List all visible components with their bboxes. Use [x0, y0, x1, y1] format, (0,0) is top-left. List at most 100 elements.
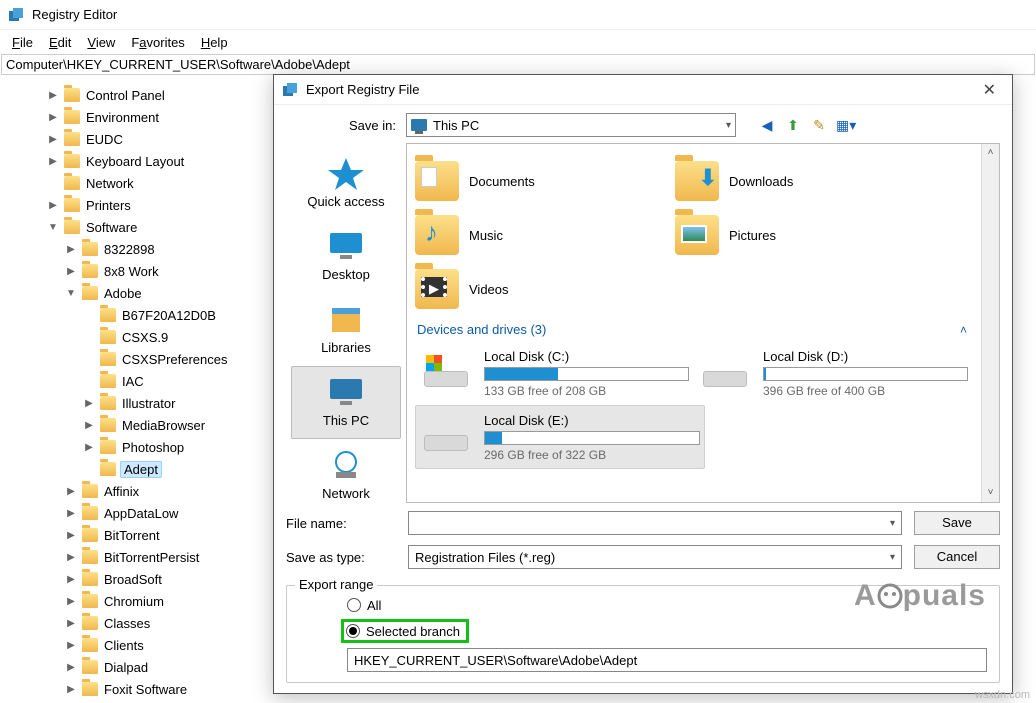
tree-item[interactable]: ▼Adobe [0, 282, 270, 304]
tree-item[interactable]: ▶Classes [0, 612, 270, 634]
up-icon[interactable]: ⬆ [784, 117, 802, 134]
address-bar[interactable]: Computer\HKEY_CURRENT_USER\Software\Adob… [1, 54, 1035, 75]
tree-item[interactable]: CSXS.9 [0, 326, 270, 348]
views-icon[interactable]: ▦▾ [836, 117, 854, 134]
tree-item[interactable]: ▶ 8322898 [0, 238, 270, 260]
back-icon[interactable]: ◀ [758, 117, 776, 134]
expand-icon[interactable]: ▶ [82, 398, 96, 409]
cancel-button[interactable]: Cancel [914, 545, 1000, 569]
tree-item[interactable]: ▶Printers [0, 194, 270, 216]
place-network[interactable]: Network [291, 439, 401, 512]
place-desktop[interactable]: Desktop [291, 220, 401, 293]
place-libraries[interactable]: Libraries [291, 293, 401, 366]
folder-documents[interactable]: Documents [415, 154, 675, 208]
expand-icon[interactable]: ▶ [46, 200, 60, 211]
menu-view[interactable]: View [79, 33, 123, 52]
drive-icon [420, 417, 472, 457]
expand-icon[interactable]: ▶ [64, 640, 78, 651]
tree-label: 8322898 [102, 242, 157, 257]
tree-item[interactable]: ▶Keyboard Layout [0, 150, 270, 172]
devices-header[interactable]: Devices and drives (3) ˄ [415, 316, 973, 341]
folder-icon [82, 484, 98, 498]
tree-item[interactable]: Network [0, 172, 270, 194]
drive-e[interactable]: Local Disk (E:) 296 GB free of 322 GB [415, 405, 705, 469]
menu-edit[interactable]: Edit [41, 33, 79, 52]
expand-icon[interactable]: ▶ [64, 486, 78, 497]
expand-icon[interactable]: ▶ [64, 244, 78, 255]
folder-music[interactable]: ♪ Music [415, 208, 675, 262]
expand-icon[interactable]: ▶ [64, 618, 78, 629]
tree-item[interactable]: ▶BitTorrentPersist [0, 546, 270, 568]
tree-item[interactable]: ▶Affinix [0, 480, 270, 502]
drive-c[interactable]: Local Disk (C:) 133 GB free of 208 GB [415, 341, 694, 405]
places-bar: Quick access Desktop Libraries This PC N… [286, 143, 406, 503]
menu-favorites[interactable]: Favorites [123, 33, 192, 52]
scrollbar[interactable]: ˄ ˅ [981, 144, 999, 502]
tree-item[interactable]: ▼Software [0, 216, 270, 238]
expand-icon[interactable]: ▶ [82, 442, 96, 453]
scroll-down-icon[interactable]: ˅ [982, 484, 999, 502]
expand-icon[interactable]: ▶ [64, 662, 78, 673]
savetype-combo[interactable]: Registration Files (*.reg) ▾ [408, 545, 902, 569]
tree-item[interactable]: Adept [0, 458, 270, 480]
expand-icon[interactable]: ▶ [46, 90, 60, 101]
tree-item[interactable]: IAC [0, 370, 270, 392]
place-quickaccess[interactable]: Quick access [291, 147, 401, 220]
expand-icon[interactable]: ▶ [64, 508, 78, 519]
tree-item[interactable]: ▶Clients [0, 634, 270, 656]
tree-item[interactable]: ▶AppDataLow [0, 502, 270, 524]
tree-item[interactable]: ▶Illustrator [0, 392, 270, 414]
tree-label: B67F20A12D0B [120, 308, 218, 323]
registry-tree[interactable]: ▶ Control Panel ▶Environment▶EUDC▶Keyboard… [0, 80, 270, 703]
tree-label: Control Panel [84, 88, 167, 103]
expand-icon[interactable]: ▶ [64, 530, 78, 541]
folder-icon [100, 418, 116, 432]
folder-downloads[interactable]: ⬇ Downloads [675, 154, 935, 208]
expand-icon[interactable]: ▶ [46, 112, 60, 123]
expand-icon[interactable]: ▶ [64, 574, 78, 585]
folder-icon [64, 132, 80, 146]
expand-icon[interactable]: ▼ [46, 222, 60, 233]
expand-icon[interactable]: ▶ [46, 134, 60, 145]
expand-icon[interactable]: ▶ [46, 156, 60, 167]
tree-item[interactable]: ▶Chromium [0, 590, 270, 612]
tree-item[interactable]: CSXSPreferences [0, 348, 270, 370]
folder-icon [100, 308, 116, 322]
expand-icon[interactable]: ▶ [64, 596, 78, 607]
menu-help[interactable]: Help [193, 33, 236, 52]
savein-combo[interactable]: This PC ▾ [406, 113, 736, 137]
expand-icon[interactable]: ▶ [64, 684, 78, 695]
folder-videos[interactable]: ▶ Videos [415, 262, 675, 316]
file-listing[interactable]: Documents ⬇ Downloads ♪ Music Pictures [406, 143, 1000, 503]
drive-d[interactable]: Local Disk (D:) 396 GB free of 400 GB [694, 341, 973, 405]
expand-icon[interactable]: ▶ [64, 552, 78, 563]
tree-item[interactable]: ▶EUDC [0, 128, 270, 150]
tree-item[interactable]: ▶8x8 Work [0, 260, 270, 282]
folder-pictures[interactable]: Pictures [675, 208, 935, 262]
save-button[interactable]: Save [914, 511, 1000, 535]
tree-item[interactable]: ▶BitTorrent [0, 524, 270, 546]
tree-label: Dialpad [102, 660, 150, 675]
filename-input[interactable]: ▾ [408, 511, 902, 535]
close-icon[interactable]: ✕ [975, 80, 1004, 100]
expand-icon[interactable]: ▶ [82, 420, 96, 431]
tree-item[interactable]: ▶Foxit Software [0, 678, 270, 700]
tree-label: MediaBrowser [120, 418, 207, 433]
tree-item[interactable]: ▶BroadSoft [0, 568, 270, 590]
newfolder-icon[interactable]: ✎ [810, 117, 828, 134]
branch-path-input[interactable]: HKEY_CURRENT_USER\Software\Adobe\Adept [347, 648, 987, 672]
tree-label: Photoshop [120, 440, 186, 455]
radio-all[interactable] [347, 598, 361, 612]
tree-item[interactable]: ▶ Dialpad [0, 656, 270, 678]
scroll-up-icon[interactable]: ˄ [982, 144, 999, 162]
menu-file[interactable]: File [4, 33, 41, 52]
expand-icon[interactable]: ▼ [64, 288, 78, 299]
tree-item[interactable]: ▶ Control Panel [0, 84, 270, 106]
tree-item[interactable]: B67F20A12D0B [0, 304, 270, 326]
tree-item[interactable]: ▶Environment [0, 106, 270, 128]
tree-item[interactable]: ▶ Photoshop [0, 436, 270, 458]
expand-icon[interactable]: ▶ [64, 266, 78, 277]
tree-item[interactable]: ▶ MediaBrowser [0, 414, 270, 436]
radio-selected-branch[interactable] [346, 624, 360, 638]
place-thispc[interactable]: This PC [291, 366, 401, 439]
